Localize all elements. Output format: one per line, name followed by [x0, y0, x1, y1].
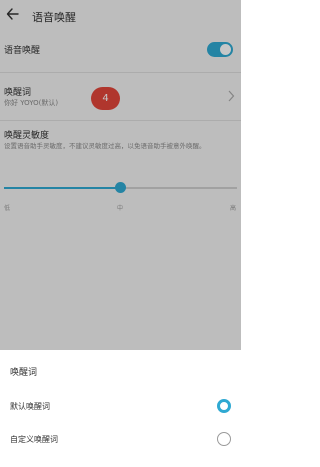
wake-word-bottom-sheet: 唤醒词 默认唤醒词 自定义唤醒词 — [0, 350, 241, 467]
option-default-wake-word[interactable]: 默认唤醒词 — [0, 392, 241, 422]
sheet-title: 唤醒词 — [10, 368, 38, 378]
option-label: 默认唤醒词 — [10, 402, 50, 411]
radio-unselected-icon[interactable] — [217, 432, 231, 446]
modal-overlay[interactable] — [0, 0, 241, 350]
radio-selected-icon[interactable] — [217, 399, 231, 413]
option-custom-wake-word[interactable]: 自定义唤醒词 — [0, 425, 241, 455]
option-label: 自定义唤醒词 — [10, 435, 58, 444]
